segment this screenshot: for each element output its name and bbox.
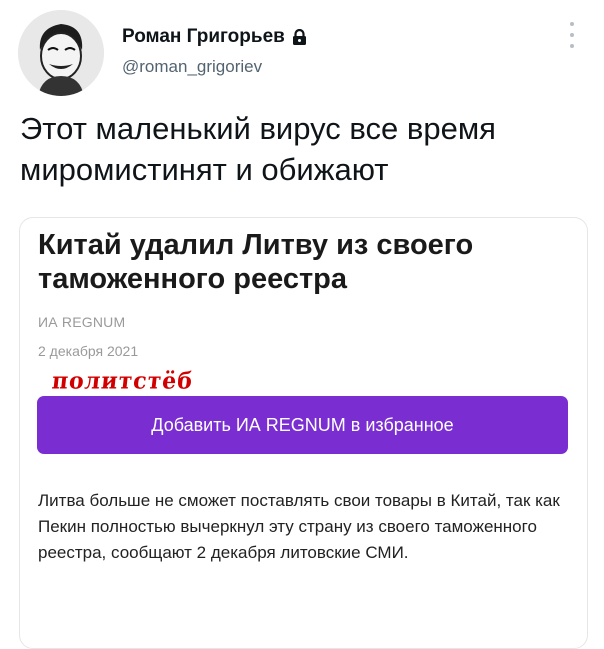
card-title[interactable]: Китай удалил Литву из своего таможенного… [38, 228, 558, 296]
card-date: 2 декабря 2021 [38, 343, 139, 359]
author-handle[interactable]: @roman_grigoriev [122, 57, 262, 77]
lock-icon [292, 29, 306, 45]
watermark: политстёб [50, 367, 195, 395]
card-source: ИА REGNUM [38, 314, 126, 330]
tweet-text: Этот маленький вирус все время миромисти… [20, 111, 496, 187]
link-card[interactable]: Китай удалил Литву из своего таможенного… [19, 217, 588, 649]
add-to-favorites-button[interactable]: Добавить ИА REGNUM в избранное [37, 396, 568, 454]
card-body: Литва больше не сможет поставлять свои т… [38, 491, 560, 562]
author-name-text[interactable]: Роман Григорьев [122, 26, 285, 48]
author-name[interactable]: Роман Григорьев [122, 26, 307, 48]
avatar[interactable] [18, 10, 104, 96]
more-vertical-icon[interactable] [566, 22, 578, 48]
